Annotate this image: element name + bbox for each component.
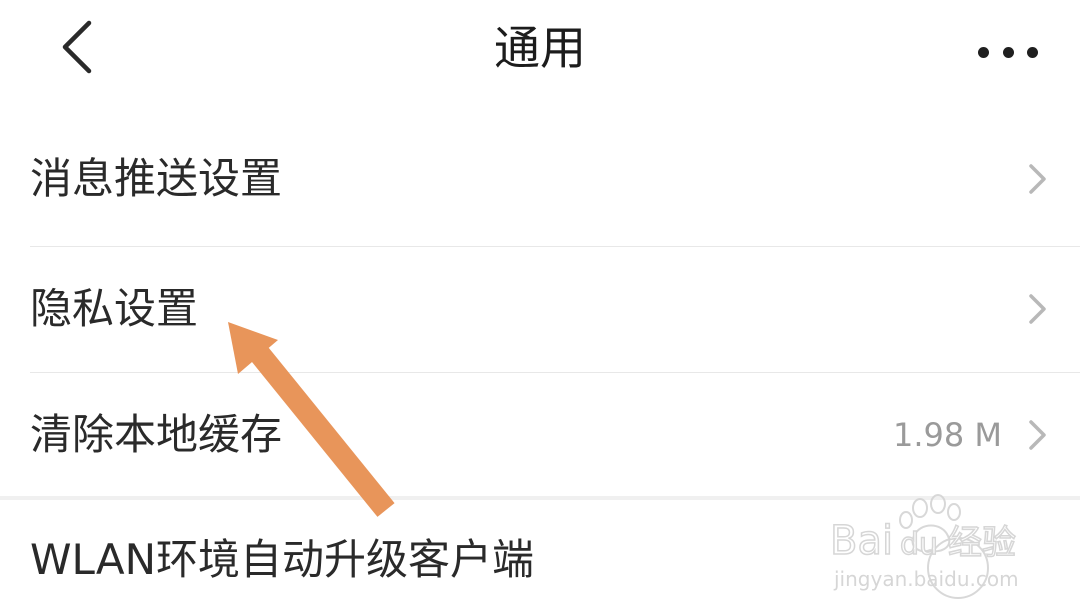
settings-card: 消息推送设置 隐私设置 清除本地缓存 1.98 M bbox=[0, 116, 1080, 496]
svg-text:Bai: Bai bbox=[830, 518, 893, 564]
page-title: 通用 bbox=[494, 21, 586, 75]
setting-label: 消息推送设置 bbox=[30, 154, 283, 203]
top-bar: 通用 bbox=[0, 0, 1080, 98]
setting-label: 清除本地缓存 bbox=[30, 410, 283, 459]
svg-text:du: du bbox=[900, 527, 938, 562]
setting-row-clear-cache[interactable]: 清除本地缓存 1.98 M bbox=[30, 372, 1080, 498]
svg-text:jingyan.baidu.com: jingyan.baidu.com bbox=[833, 567, 1019, 591]
svg-text:经验: 经验 bbox=[948, 523, 1016, 563]
setting-row-push-notifications[interactable]: 消息推送设置 bbox=[30, 116, 1080, 242]
setting-label: 隐私设置 bbox=[30, 284, 199, 333]
setting-row-privacy[interactable]: 隐私设置 bbox=[30, 246, 1080, 372]
setting-label: WLAN环境自动升级客户端 bbox=[30, 535, 535, 584]
more-dot bbox=[1027, 46, 1038, 58]
cache-size-value: 1.98 M bbox=[892, 416, 1002, 454]
more-dot bbox=[1002, 46, 1014, 58]
chevron-right-icon bbox=[1029, 294, 1046, 324]
more-button[interactable] bbox=[968, 30, 1048, 74]
chevron-right-icon bbox=[1029, 420, 1046, 450]
settings-screen: 通用 消息推送设置 隐私设置 清除本地缓存 1.98 M WLAN环境自动升级客… bbox=[0, 0, 1080, 614]
baidu-watermark-logo: Bai du 经验 jingyan.baidu.com bbox=[830, 494, 1019, 599]
more-dots-icon bbox=[978, 46, 989, 58]
chevron-right-icon bbox=[1029, 164, 1046, 194]
